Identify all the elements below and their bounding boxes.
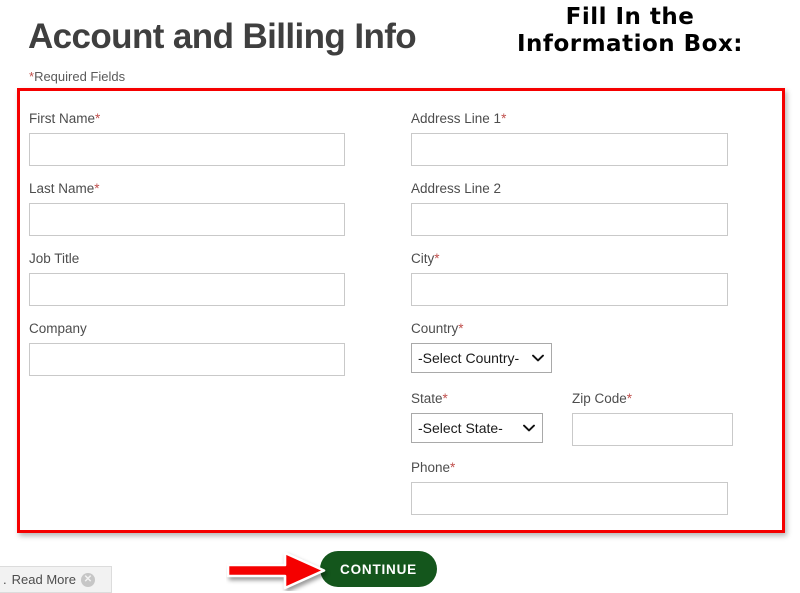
field-phone: Phone* xyxy=(411,459,728,515)
field-state: State* -Select State- xyxy=(411,390,543,443)
job-title-input[interactable] xyxy=(29,273,345,306)
phone-input[interactable] xyxy=(411,482,728,515)
required-fields-note: *Required Fields xyxy=(29,69,125,85)
required-asterisk: * xyxy=(434,251,440,266)
field-label-job-title: Job Title xyxy=(29,250,345,267)
read-more-widget[interactable]: . Read More ✕ xyxy=(0,566,112,593)
city-input[interactable] xyxy=(411,273,728,306)
field-label-company: Company xyxy=(29,320,345,337)
label-text: Last Name xyxy=(29,181,95,196)
continue-button[interactable]: CONTINUE xyxy=(320,551,437,587)
address-line-2-input[interactable] xyxy=(411,203,728,236)
required-asterisk: * xyxy=(501,111,507,126)
read-more-leading-text: . xyxy=(3,571,7,587)
field-country: Country* -Select Country- xyxy=(411,320,552,373)
read-more-label[interactable]: Read More xyxy=(12,572,76,587)
required-asterisk: * xyxy=(442,391,448,406)
label-text: Zip Code xyxy=(572,391,627,406)
field-label-first-name: First Name* xyxy=(29,110,345,127)
field-label-address-line-2: Address Line 2 xyxy=(411,180,728,197)
label-text: Job Title xyxy=(29,251,80,266)
label-text: Country xyxy=(411,321,459,336)
label-text: Address Line 1 xyxy=(411,111,502,126)
first-name-input[interactable] xyxy=(29,133,345,166)
label-text: First Name xyxy=(29,111,96,126)
field-last-name: Last Name* xyxy=(29,180,345,236)
field-label-address-line-1: Address Line 1* xyxy=(411,110,728,127)
zip-code-input[interactable] xyxy=(572,413,733,446)
field-job-title: Job Title xyxy=(29,250,345,306)
label-text: Phone xyxy=(411,460,451,475)
page-root: Account and Billing Info *Required Field… xyxy=(0,0,800,593)
required-asterisk: * xyxy=(450,460,456,475)
close-icon[interactable]: ✕ xyxy=(80,572,95,587)
field-label-last-name: Last Name* xyxy=(29,180,345,197)
state-select[interactable]: -Select State- xyxy=(411,413,543,443)
country-select-wrapper: -Select Country- xyxy=(411,343,552,373)
required-asterisk: * xyxy=(95,111,101,126)
label-text: State xyxy=(411,391,443,406)
field-label-zip-code: Zip Code* xyxy=(572,390,733,407)
field-label-phone: Phone* xyxy=(411,459,728,476)
annotation-line-1: Fill In the xyxy=(564,2,695,31)
label-text: Company xyxy=(29,321,87,336)
required-fields-label: Required Fields xyxy=(34,69,126,84)
field-address-line-1: Address Line 1* xyxy=(411,110,728,166)
annotation-line-2: Information Box: xyxy=(515,29,744,58)
address-line-1-input[interactable] xyxy=(411,133,728,166)
required-asterisk: * xyxy=(94,181,100,196)
company-input[interactable] xyxy=(29,343,345,376)
state-select-wrapper: -Select State- xyxy=(411,413,543,443)
required-asterisk: * xyxy=(626,391,633,406)
last-name-input[interactable] xyxy=(29,203,345,236)
label-text: City xyxy=(411,251,435,266)
field-first-name: First Name* xyxy=(29,110,345,166)
required-asterisk: * xyxy=(458,321,464,336)
field-label-country: Country* xyxy=(411,320,552,337)
page-title: Account and Billing Info xyxy=(28,17,417,56)
field-city: City* xyxy=(411,250,728,306)
field-company: Company xyxy=(29,320,345,376)
field-label-city: City* xyxy=(411,250,728,267)
annotation-headline: Fill In the Information Box: xyxy=(500,2,760,58)
field-address-line-2: Address Line 2 xyxy=(411,180,728,236)
field-label-state: State* xyxy=(411,390,543,407)
label-text: Address Line 2 xyxy=(411,181,502,196)
country-select[interactable]: -Select Country- xyxy=(411,343,552,373)
field-zip-code: Zip Code* xyxy=(572,390,733,446)
